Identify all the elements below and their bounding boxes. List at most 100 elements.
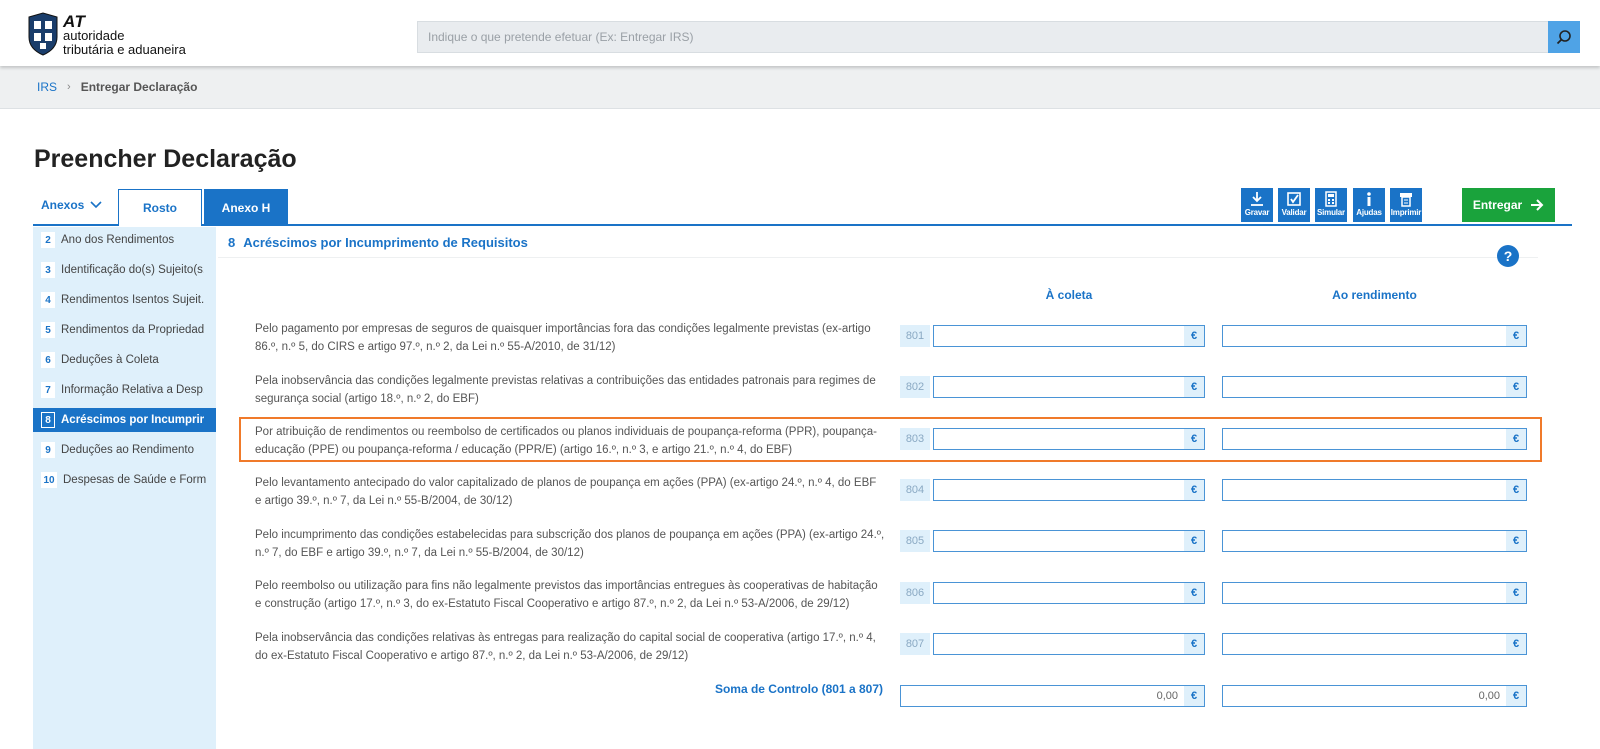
imprimir-button[interactable]: Imprimir — [1390, 188, 1422, 222]
sidebar-item-number: 8 — [41, 412, 55, 428]
gravar-button[interactable]: Gravar — [1241, 188, 1273, 222]
euro-icon: € — [1184, 376, 1205, 398]
row-804-rendimento-input[interactable] — [1222, 479, 1506, 501]
top-header: AT autoridade tributária e aduaneira — [0, 0, 1600, 66]
sidebar-item-deducoes-coleta[interactable]: 6 Deduções à Coleta — [33, 348, 216, 372]
chevron-right-icon: › — [67, 81, 71, 93]
chevron-down-icon — [90, 201, 102, 209]
row-805-code: 805 — [900, 530, 930, 552]
row-807-description: Pela inobservância das condições relativ… — [255, 632, 876, 662]
column-header-coleta: À coleta — [1045, 288, 1093, 302]
entregar-button[interactable]: Entregar — [1462, 188, 1555, 222]
euro-icon: € — [1184, 428, 1205, 450]
row-804-coleta-input[interactable] — [933, 479, 1184, 501]
row-802-coleta-input[interactable] — [933, 376, 1184, 398]
euro-icon: € — [1506, 376, 1527, 398]
search-bar — [417, 21, 1580, 53]
checkbox-icon — [1287, 192, 1301, 206]
download-icon — [1251, 192, 1263, 206]
sidebar-item-label: Ano dos Rendimentos — [61, 234, 175, 246]
row-801-rendimento-field: € — [1222, 325, 1527, 347]
sidebar-item-ano-rendimentos[interactable]: 2 Ano dos Rendimentos — [33, 228, 216, 252]
sidebar-item-number: 9 — [41, 442, 55, 458]
breadcrumb-link-irs[interactable]: IRS — [37, 80, 57, 94]
row-807-coleta-field: € — [933, 633, 1205, 655]
row-805-description: Pelo incumprimento das condições estabel… — [255, 529, 885, 559]
validar-button[interactable]: Validar — [1278, 188, 1310, 222]
search-input[interactable] — [417, 21, 1548, 53]
row-803-description: Por atribuição de rendimentos ou reembol… — [255, 426, 877, 456]
row-803-coleta-input[interactable] — [933, 428, 1184, 450]
row-803-rendimento-field: € — [1222, 428, 1527, 450]
row-802-rendimento-input[interactable] — [1222, 376, 1506, 398]
soma-rendimento-input — [1222, 685, 1506, 707]
page-title: Preencher Declaração — [34, 145, 297, 173]
sidebar-nav: 2 Ano dos Rendimentos 3 Identificação do… — [33, 227, 216, 749]
tab-rosto[interactable]: Rosto — [118, 189, 202, 226]
row-807-coleta-input[interactable] — [933, 633, 1184, 655]
sidebar-item-label: Informação Relativa a Desp... — [61, 384, 204, 396]
soma-rendimento-field: € — [1222, 685, 1527, 707]
gravar-label: Gravar — [1244, 208, 1270, 217]
row-802-code: 802 — [900, 376, 930, 398]
row-807-rendimento-input[interactable] — [1222, 633, 1506, 655]
row-805-rendimento-input[interactable] — [1222, 530, 1506, 552]
simular-button[interactable]: Simular — [1315, 188, 1347, 222]
sidebar-item-identificacao[interactable]: 3 Identificação do(s) Sujeito(s... — [33, 258, 216, 282]
row-802-coleta-field: € — [933, 376, 1205, 398]
help-icon[interactable]: ? — [1497, 245, 1519, 267]
sidebar-item-rendimentos-isentos[interactable]: 4 Rendimentos Isentos Sujeit... — [33, 288, 216, 312]
euro-icon: € — [1506, 685, 1527, 707]
row-804-description: Pelo levantamento antecipado do valor ca… — [255, 477, 877, 507]
soma-controlo-label: Soma de Controlo (801 a 807) — [714, 682, 883, 696]
sidebar-item-label: Despesas de Saúde e Forma... — [63, 474, 206, 486]
euro-icon: € — [1506, 479, 1527, 501]
row-805-coleta-field: € — [933, 530, 1205, 552]
breadcrumb-current: Entregar Declaração — [80, 80, 198, 94]
row-805-coleta-input[interactable] — [933, 530, 1184, 552]
logo-text-line2: tributária e aduaneira — [63, 42, 186, 57]
euro-icon: € — [1506, 582, 1527, 604]
sidebar-item-label: Deduções à Coleta — [61, 354, 159, 366]
entregar-label: Entregar — [1472, 198, 1523, 212]
row-803-code: 803 — [900, 428, 930, 450]
euro-icon: € — [1506, 633, 1527, 655]
row-803-rendimento-input[interactable] — [1222, 428, 1506, 450]
sidebar-item-rendimentos-propriedade[interactable]: 5 Rendimentos da Propriedad... — [33, 318, 216, 342]
tabs-row: Anexos Rosto Anexo H Gravar Validar Simu… — [33, 188, 1572, 226]
validar-label: Validar — [1281, 208, 1307, 217]
sidebar-item-despesas-saude[interactable]: 10 Despesas de Saúde e Forma... — [33, 468, 216, 492]
row-801-code: 801 — [900, 325, 930, 347]
tab-anexo-h[interactable]: Anexo H — [204, 189, 288, 226]
row-806-coleta-field: € — [933, 582, 1205, 604]
sidebar-item-number: 7 — [41, 382, 55, 398]
row-802-description: Pela inobservância das condições legalme… — [255, 375, 876, 405]
row-802-rendimento-field: € — [1222, 376, 1527, 398]
row-806-rendimento-input[interactable] — [1222, 582, 1506, 604]
logo-text-line1: autoridade — [63, 28, 125, 43]
row-801-coleta-input[interactable] — [933, 325, 1184, 347]
sidebar-item-deducoes-rendimento[interactable]: 9 Deduções ao Rendimento — [33, 438, 216, 462]
arrow-right-icon — [1531, 199, 1544, 211]
printer-icon — [1400, 193, 1412, 207]
row-804-coleta-field: € — [933, 479, 1205, 501]
sidebar-item-informacao-despesas[interactable]: 7 Informação Relativa a Desp... — [33, 378, 216, 402]
sidebar-item-number: 3 — [41, 262, 55, 278]
euro-icon: € — [1184, 633, 1205, 655]
at-emblem-icon — [28, 12, 58, 56]
row-801-rendimento-input[interactable] — [1222, 325, 1506, 347]
at-logo[interactable]: AT autoridade tributária e aduaneira — [26, 11, 206, 59]
sidebar-item-acrescimos[interactable]: 8 Acréscimos por Incumprime... — [33, 408, 216, 432]
column-header-rendimento: Ao rendimento — [1332, 288, 1417, 302]
anexos-dropdown[interactable]: Anexos — [41, 198, 102, 212]
euro-icon: € — [1184, 325, 1205, 347]
row-801-description: Pelo pagamento por empresas de seguros d… — [255, 323, 871, 353]
sidebar-item-number: 4 — [41, 292, 55, 308]
ajudas-button[interactable]: Ajudas — [1353, 188, 1385, 222]
search-button[interactable] — [1548, 21, 1580, 53]
sidebar-item-number: 10 — [41, 472, 57, 488]
row-806-coleta-input[interactable] — [933, 582, 1184, 604]
calculator-icon — [1325, 191, 1337, 207]
euro-icon: € — [1184, 530, 1205, 552]
row-804-rendimento-field: € — [1222, 479, 1527, 501]
